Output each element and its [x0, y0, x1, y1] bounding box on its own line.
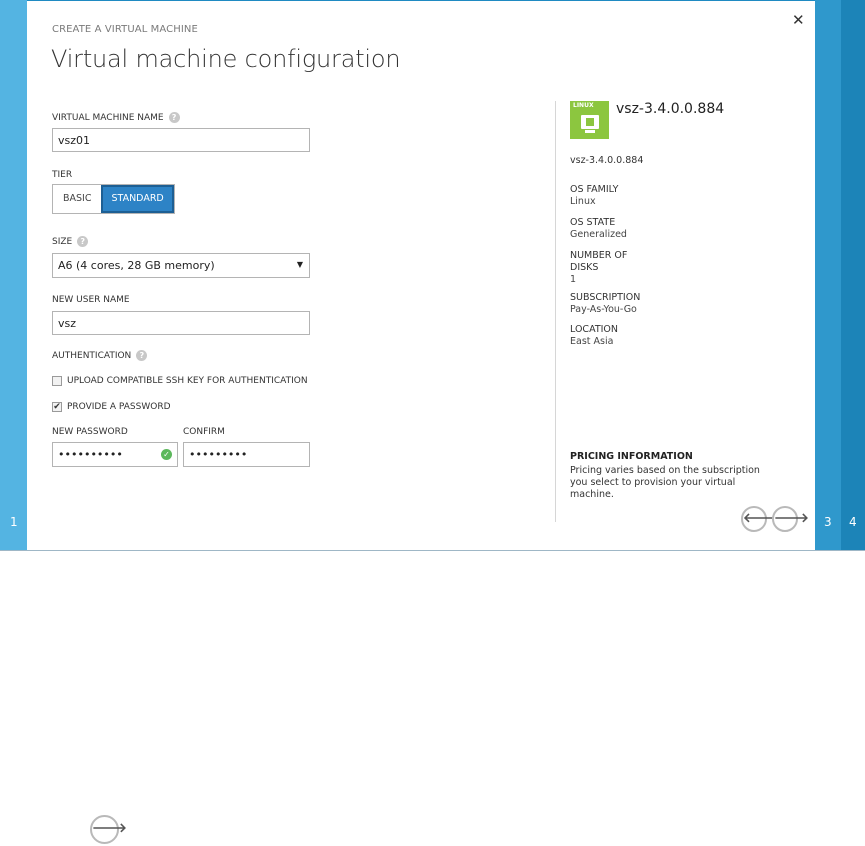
- image-name: vsz-3.4.0.0.884: [570, 155, 644, 166]
- tier-basic-option[interactable]: BASIC: [53, 185, 101, 213]
- disks-info: NUMBER OF DISKS 1: [570, 250, 627, 286]
- disks-label-line-2: DISKS: [570, 262, 599, 273]
- step-number: 1: [10, 515, 18, 529]
- disks-label-line-1: NUMBER OF: [570, 250, 628, 261]
- back-button[interactable]: 🡐: [741, 506, 778, 532]
- lower-next-button[interactable]: 🡒: [90, 815, 127, 844]
- wizard-caption: CREATE A VIRTUAL MACHINE: [52, 24, 198, 35]
- disks-value: 1: [570, 274, 577, 285]
- ssh-key-option-label: UPLOAD COMPATIBLE SSH KEY FOR AUTHENTICA…: [67, 376, 308, 386]
- password-option-label: PROVIDE A PASSWORD: [67, 402, 171, 412]
- arrow-right-icon: 🡒: [774, 511, 809, 526]
- wizard-step-3-rail[interactable]: 3: [815, 0, 841, 551]
- linux-image-icon: LINUX: [570, 101, 609, 139]
- ssh-key-checkbox[interactable]: [52, 376, 62, 386]
- location-info: LOCATION East Asia: [570, 324, 618, 348]
- arrow-right-icon: 🡒: [92, 821, 127, 836]
- os-family-info: OS FAMILY Linux: [570, 184, 618, 208]
- help-icon[interactable]: ?: [136, 350, 148, 361]
- size-label: SIZE?: [52, 236, 89, 247]
- next-button[interactable]: 🡒: [772, 506, 809, 532]
- monitor-stand: [585, 130, 595, 133]
- ssh-key-option[interactable]: UPLOAD COMPATIBLE SSH KEY FOR AUTHENTICA…: [52, 376, 308, 386]
- os-family-label: OS FAMILY: [570, 184, 619, 195]
- step-number: 4: [849, 515, 857, 529]
- pricing-heading: PRICING INFORMATION: [570, 451, 693, 462]
- image-heading: vsz-3.4.0.0.884: [616, 101, 725, 117]
- page-title: Virtual machine configuration: [51, 45, 401, 73]
- size-select[interactable]: A6 (4 cores, 28 GB memory) ▼: [52, 253, 310, 278]
- new-password-label: NEW PASSWORD: [52, 427, 128, 437]
- tier-label: TIER: [52, 170, 73, 180]
- subscription-label: SUBSCRIPTION: [570, 292, 641, 303]
- step-number: 3: [824, 515, 832, 529]
- user-name-label: NEW USER NAME: [52, 295, 130, 305]
- divider: [555, 101, 556, 522]
- os-state-info: OS STATE Generalized: [570, 217, 627, 241]
- os-family-value: Linux: [570, 196, 596, 207]
- vm-name-input[interactable]: vsz01: [52, 128, 310, 152]
- tier-standard-option[interactable]: STANDARD: [101, 185, 174, 213]
- pricing-text: Pricing varies based on the subscription…: [570, 465, 760, 500]
- password-checkbox[interactable]: ✔: [52, 402, 62, 412]
- location-value: East Asia: [570, 336, 614, 347]
- password-option[interactable]: ✔ PROVIDE A PASSWORD: [52, 402, 171, 412]
- close-icon[interactable]: ✕: [792, 11, 805, 29]
- image-tile-tag: LINUX: [573, 102, 594, 109]
- help-icon[interactable]: ?: [77, 236, 89, 247]
- checkmark-icon: ✓: [161, 449, 172, 460]
- location-label: LOCATION: [570, 324, 619, 335]
- new-password-value: ••••••••••: [58, 448, 123, 461]
- divider: [0, 550, 865, 551]
- tier-selector: BASIC STANDARD: [52, 184, 175, 214]
- user-name-input[interactable]: vsz: [52, 311, 310, 335]
- os-state-value: Generalized: [570, 229, 627, 240]
- os-state-label: OS STATE: [570, 217, 616, 228]
- subscription-value: Pay-As-You-Go: [570, 304, 637, 315]
- size-selected-value: A6 (4 cores, 28 GB memory): [58, 259, 215, 272]
- new-password-input[interactable]: •••••••••• ✓: [52, 442, 178, 467]
- wizard-step-4-rail[interactable]: 4: [841, 0, 865, 551]
- confirm-password-input[interactable]: •••••••••: [183, 442, 310, 467]
- confirm-password-label: CONFIRM: [183, 427, 225, 437]
- chevron-down-icon: ▼: [296, 260, 303, 269]
- authentication-label: AUTHENTICATION?: [52, 350, 148, 361]
- monitor-icon: [581, 115, 599, 129]
- subscription-info: SUBSCRIPTION Pay-As-You-Go: [570, 292, 640, 316]
- vm-config-dialog: ✕ CREATE A VIRTUAL MACHINE Virtual machi…: [27, 0, 815, 551]
- wizard-step-1-rail[interactable]: 1: [0, 0, 27, 551]
- vm-name-label: VIRTUAL MACHINE NAME?: [52, 112, 180, 123]
- help-icon[interactable]: ?: [168, 112, 180, 123]
